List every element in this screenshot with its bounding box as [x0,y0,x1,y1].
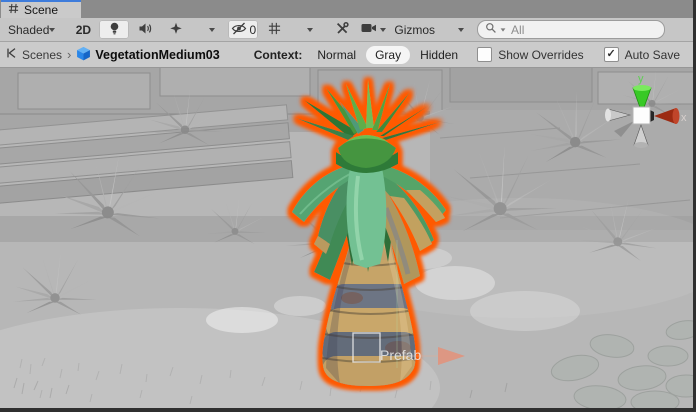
axis-gizmo-cube[interactable] [633,107,650,124]
lighting-toggle-button[interactable] [99,20,129,39]
draw-mode-dropdown[interactable]: Shaded [3,20,60,39]
context-option-gray[interactable]: Gray [366,46,410,64]
scene-window: Scene Shaded 2D [0,0,696,412]
effects-dropdown[interactable] [197,20,227,39]
auto-save-checkbox[interactable]: ✓ [604,47,619,62]
search-input[interactable] [509,22,657,38]
y-axis-label: y [638,73,644,85]
search-filter-caret-icon [501,28,506,31]
lightbulb-icon [108,21,121,38]
back-arrow-icon[interactable] [5,46,19,63]
scene-toolbar: Shaded 2D 0 [0,18,693,42]
prefab-badge-label: Prefab [380,347,421,363]
chevron-down-icon [307,28,313,32]
x-axis-label: x [681,112,687,124]
show-overrides-control[interactable]: ✓ Show Overrides [477,47,583,62]
tab-bar: Scene [0,0,693,18]
grid-icon [268,22,281,38]
check-icon: ✓ [607,49,616,60]
eye-slash-icon [231,22,247,38]
grid-dropdown[interactable] [295,20,325,39]
hidden-count: 0 [250,23,257,37]
scene-search-field[interactable] [477,20,665,39]
auto-save-control[interactable]: ✓ Auto Save [604,47,680,62]
prefab-name: VegetationMedium03 [95,48,219,62]
auto-save-label: Auto Save [625,48,680,62]
context-option-normal[interactable]: Normal [308,46,365,64]
show-overrides-checkbox[interactable]: ✓ [477,47,492,62]
prefab-cube-icon [76,46,91,64]
draw-mode-label: Shaded [8,23,49,37]
camera-icon [361,22,377,37]
chevron-down-icon [380,28,386,32]
gizmos-dropdown[interactable]: Gizmos [389,20,440,39]
chevron-down-icon [49,28,55,32]
audio-toggle-button[interactable] [130,20,160,39]
gizmos-label: Gizmos [394,23,435,37]
context-option-hidden[interactable]: Hidden [411,46,467,64]
tab-scene-label: Scene [24,3,58,17]
search-icon [485,22,497,37]
prefab-bar: Scenes › VegetationMedium03 Context: Nor… [0,42,693,68]
scene-grid-icon [8,3,19,17]
breadcrumb-separator: › [67,47,71,62]
effects-star-icon [169,22,183,38]
gizmos-caret[interactable] [446,20,476,39]
camera-settings-button[interactable] [358,20,388,39]
show-overrides-label: Show Overrides [498,48,583,62]
custom-tools-button[interactable] [327,20,357,39]
context-options: Normal Gray Hidden [308,46,467,64]
grid-visibility-button[interactable] [259,20,289,39]
tools-icon [335,21,349,38]
chevron-down-icon [209,28,215,32]
scene-viewport[interactable]: Prefab y x [0,68,693,408]
speaker-icon [138,22,152,38]
breadcrumb-scenes[interactable]: Scenes [22,48,62,62]
scene-visibility-button[interactable]: 0 [228,20,258,39]
context-label: Context: [254,48,303,62]
chevron-down-icon [458,28,464,32]
2d-label: 2D [76,23,91,37]
2d-toggle-button[interactable]: 2D [68,20,98,39]
tab-scene[interactable]: Scene [1,0,81,18]
effects-toggle-button[interactable] [161,20,191,39]
